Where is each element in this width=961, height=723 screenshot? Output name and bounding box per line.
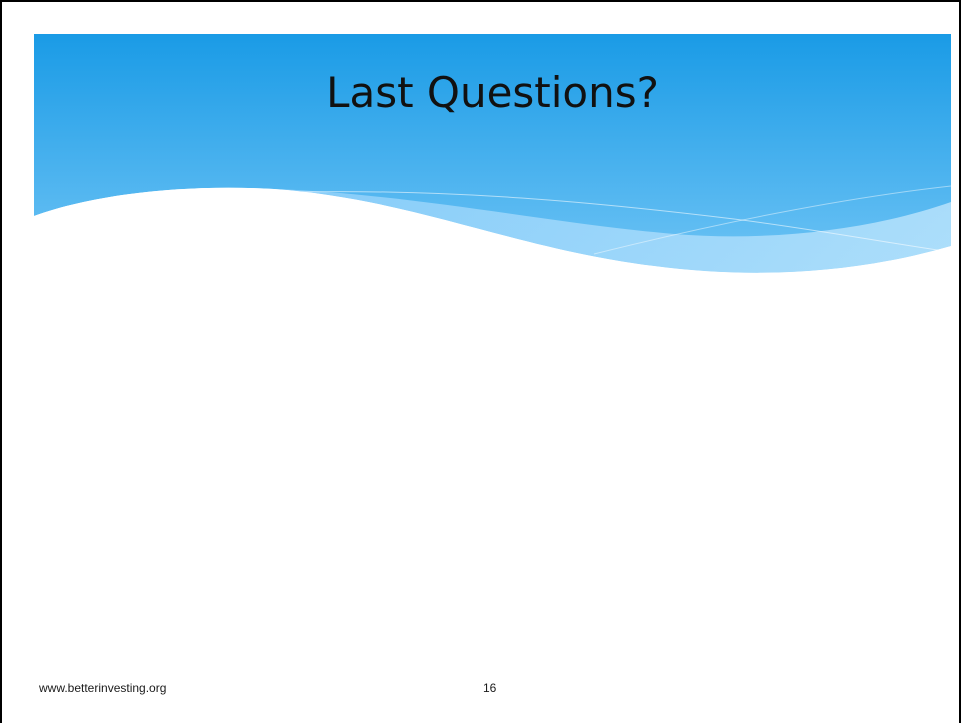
footer-url: www.betterinvesting.org	[39, 681, 167, 695]
slide-title: Last Questions?	[326, 68, 659, 117]
slide: Last Questions? www.betterinvesting.org …	[0, 0, 961, 723]
page-number: 16	[483, 681, 497, 695]
